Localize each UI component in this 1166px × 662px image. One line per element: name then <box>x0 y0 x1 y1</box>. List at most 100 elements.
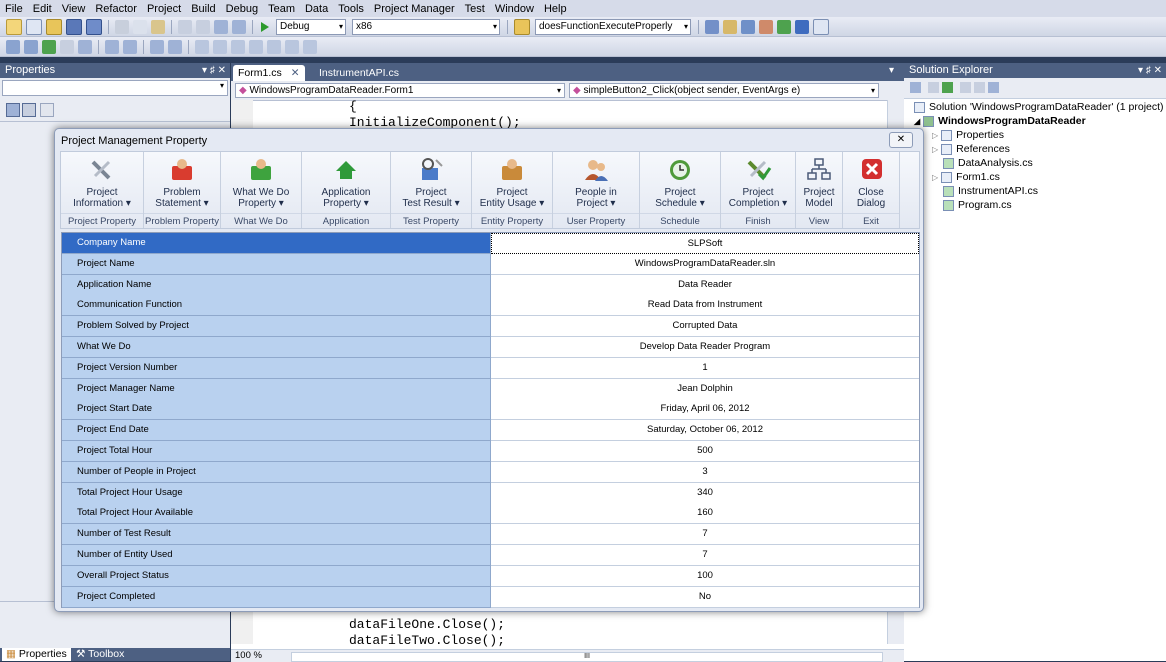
parameter-info-icon[interactable] <box>24 39 38 54</box>
grid-row[interactable]: Project Name WindowsProgramDataReader.sln <box>62 253 919 275</box>
properties-object-combo[interactable]: ▾ <box>2 80 228 96</box>
tab-instrumentapi[interactable]: InstrumentAPI.cs <box>319 65 399 81</box>
grid-row[interactable]: What We Do Develop Data Reader Program <box>62 337 919 358</box>
menu-item[interactable]: Help <box>539 3 572 15</box>
bookmark-icon[interactable] <box>195 39 209 54</box>
dialog-close-button[interactable]: ✕ <box>889 132 913 148</box>
grid-row[interactable]: Problem Solved by Project Corrupted Data <box>62 316 919 338</box>
decrease-indent-icon[interactable] <box>78 39 92 54</box>
grid-row[interactable]: Total Project Hour Available 160 <box>62 503 919 525</box>
paste-icon[interactable] <box>151 19 165 34</box>
file-node-dataanalysis[interactable]: DataAnalysis.cs <box>943 157 1033 169</box>
file-node-instrumentapi[interactable]: InstrumentAPI.cs <box>943 185 1038 197</box>
property-value[interactable]: Develop Data Reader Program <box>491 337 919 358</box>
ribbon-button[interactable]: What We Do Property ▾ <box>221 156 301 209</box>
find-combo[interactable]: doesFunctionExecuteProperly ▾ <box>535 18 691 35</box>
property-value[interactable]: Read Data from Instrument <box>491 295 919 317</box>
uncomment-icon[interactable] <box>168 39 182 54</box>
navigate-forward-icon[interactable] <box>232 19 246 34</box>
ribbon-button[interactable]: Problem Statement ▾ <box>144 156 220 209</box>
menu-item[interactable]: View <box>57 3 91 15</box>
platform-combo[interactable]: x86 ▾ <box>352 18 500 35</box>
clear-bookmarks-icon[interactable] <box>285 39 299 54</box>
properties-pane-controls[interactable]: ▾ ♯ ✕ <box>202 63 226 78</box>
prev-bookmark-icon[interactable] <box>213 39 227 54</box>
object-browser-icon[interactable] <box>759 19 773 34</box>
ribbon-button[interactable]: Project Model <box>796 156 842 209</box>
project-node[interactable]: ◢ WindowsProgramDataReader <box>914 115 1086 127</box>
tab-properties[interactable]: ▦ Properties <box>2 648 71 661</box>
menu-item[interactable]: Team <box>263 3 300 15</box>
property-value[interactable]: WindowsProgramDataReader.sln <box>491 253 919 275</box>
navigate-back-icon[interactable] <box>214 19 228 34</box>
ribbon-button[interactable]: Project Entity Usage ▾ <box>472 156 552 209</box>
zoom-combo[interactable]: 100 % <box>235 650 262 661</box>
menu-item[interactable]: Debug <box>221 3 263 15</box>
toolbox-icon[interactable] <box>777 19 791 34</box>
solution-explorer-icon[interactable] <box>723 19 737 34</box>
solution-explorer-controls[interactable]: ▾ ♯ ✕ <box>1138 63 1162 78</box>
save-all-icon[interactable] <box>86 18 102 35</box>
property-value[interactable]: Saturday, October 06, 2012 <box>491 420 919 442</box>
menu-item[interactable]: Project Manager <box>369 3 460 15</box>
properties-folder-node[interactable]: ▷ Properties <box>932 129 1004 141</box>
ribbon-button[interactable]: Project Schedule ▾ <box>640 156 720 209</box>
ribbon-button[interactable]: Application Property ▾ <box>302 156 390 209</box>
quick-info-icon[interactable] <box>42 39 56 54</box>
alphabetical-icon[interactable] <box>22 103 36 117</box>
outdent-icon[interactable] <box>123 39 137 54</box>
grid-row[interactable]: Project Start Date Friday, April 06, 2012 <box>62 399 919 421</box>
configuration-combo[interactable]: Debug ▾ <box>276 18 346 35</box>
solution-node[interactable]: Solution 'WindowsProgramDataReader' (1 p… <box>914 101 1164 113</box>
new-project-icon[interactable] <box>6 18 22 35</box>
property-value[interactable]: 7 <box>491 545 919 566</box>
grid-row[interactable]: Company Name SLPSoft <box>62 233 919 254</box>
grid-row[interactable]: Application Name Data Reader <box>62 274 919 296</box>
property-value[interactable]: 7 <box>491 524 919 546</box>
menu-item[interactable]: Test <box>460 3 490 15</box>
add-item-icon[interactable] <box>26 18 42 35</box>
next-bookmark-folder-icon[interactable] <box>267 39 281 54</box>
menu-item[interactable]: Build <box>186 3 220 15</box>
increase-indent-icon[interactable] <box>105 39 119 54</box>
find-in-files-icon[interactable] <box>514 18 530 35</box>
ribbon-button[interactable]: Project Information ▾ <box>61 156 143 209</box>
start-page-icon[interactable] <box>795 19 809 34</box>
property-value[interactable]: 160 <box>491 503 919 525</box>
save-icon[interactable] <box>66 18 82 35</box>
code-line[interactable]: dataFileOne.Close(); <box>349 617 505 632</box>
start-debugging-icon[interactable] <box>261 21 269 32</box>
property-pages-icon[interactable] <box>40 103 54 117</box>
class-combo[interactable]: ◆ WindowsProgramDataReader.Form1 ▾ <box>235 83 565 98</box>
property-value[interactable]: 3 <box>491 461 919 483</box>
property-value[interactable]: 340 <box>491 482 919 504</box>
tab-form1[interactable]: Form1.cs ✕ <box>233 65 305 81</box>
code-line[interactable]: { <box>349 99 357 114</box>
toolbar-options-icon[interactable] <box>303 39 317 54</box>
references-node[interactable]: ▷ References <box>932 143 1010 155</box>
menu-item[interactable]: Data <box>300 3 333 15</box>
properties-window-icon[interactable] <box>741 19 755 34</box>
tab-overflow-icon[interactable]: ▾ <box>889 65 894 76</box>
property-value[interactable]: Data Reader <box>491 274 919 296</box>
complete-word-icon[interactable] <box>60 39 74 54</box>
object-members-icon[interactable] <box>6 39 20 54</box>
property-value[interactable]: Jean Dolphin <box>491 378 919 400</box>
class-diagram-icon[interactable] <box>988 82 999 93</box>
categorized-icon[interactable] <box>6 103 20 117</box>
ribbon-button[interactable]: People in Project ▾ <box>553 156 639 209</box>
ribbon-button[interactable]: Project Test Result ▾ <box>391 156 471 209</box>
properties-icon[interactable] <box>910 82 921 93</box>
grid-row[interactable]: Overall Project Status 100 <box>62 565 919 587</box>
file-node-program[interactable]: Program.cs <box>943 199 1012 211</box>
code-line[interactable]: dataFileTwo.Close(); <box>349 633 505 648</box>
extension-manager-icon[interactable] <box>813 18 829 35</box>
property-value[interactable]: 1 <box>491 357 919 379</box>
grid-row[interactable]: Communication Function Read Data from Ins… <box>62 295 919 317</box>
property-value[interactable]: Corrupted Data <box>491 316 919 338</box>
copy-icon[interactable] <box>133 19 147 34</box>
menu-item[interactable]: Project <box>142 3 186 15</box>
find-icon[interactable] <box>705 19 719 34</box>
property-value[interactable]: 500 <box>491 441 919 462</box>
next-bookmark-icon[interactable] <box>231 39 245 54</box>
